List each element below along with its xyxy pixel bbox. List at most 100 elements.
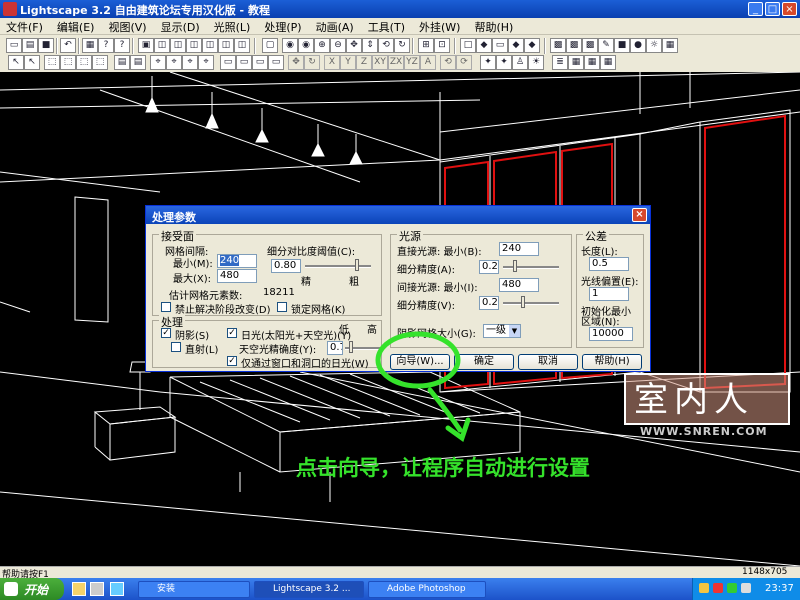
sky-precision-input[interactable]: 0.7 [327, 341, 343, 355]
menu-animation[interactable]: 动画(A) [310, 18, 362, 35]
indirect-min-input[interactable]: 480 [499, 278, 539, 292]
lock-mesh-checkbox[interactable] [277, 302, 287, 312]
cube-view-1-icon[interactable]: ◫ [154, 38, 170, 53]
axis-zx-button[interactable]: ZX [388, 55, 404, 70]
yellow-square-icon[interactable]: ■ [614, 38, 630, 53]
snap-3-icon[interactable]: ⌖ [182, 55, 198, 70]
menu-edit[interactable]: 编辑(E) [51, 18, 103, 35]
direct-fine-thumb[interactable] [513, 260, 517, 272]
green-cube-3-icon[interactable]: ◆ [524, 38, 540, 53]
green-cube-1-icon[interactable]: ◆ [476, 38, 492, 53]
render-icon[interactable]: ▦ [600, 55, 616, 70]
rotate-icon[interactable]: ↻ [394, 38, 410, 53]
refresh-icon[interactable]: ⟲ [440, 55, 456, 70]
task-install[interactable]: 安装 [138, 581, 250, 598]
subdiv-threshold-thumb[interactable] [355, 259, 359, 271]
eye-icon[interactable]: ◉ [282, 38, 298, 53]
quicklaunch-folder-icon[interactable] [72, 582, 86, 596]
quicklaunch-desktop-icon[interactable] [110, 582, 124, 596]
tool-1-icon[interactable]: ▭ [220, 55, 236, 70]
person-icon[interactable]: ♙ [512, 55, 528, 70]
sun-tool-icon[interactable]: ☀ [528, 55, 544, 70]
indirect-fine-thumb[interactable] [521, 296, 525, 308]
menu-plugins[interactable]: 外挂(W) [413, 18, 468, 35]
tray-2-icon[interactable] [713, 583, 723, 593]
context-help-icon[interactable]: ? [114, 38, 130, 53]
direct-fine-input[interactable]: 0.25 [479, 260, 499, 274]
snap-4-icon[interactable]: ⌖ [198, 55, 214, 70]
copy-icon[interactable]: ▤ [114, 55, 130, 70]
tool-4-icon[interactable]: ▭ [268, 55, 284, 70]
offset-input[interactable]: 1 [589, 287, 629, 301]
subdiv-threshold-slider[interactable] [305, 265, 371, 268]
undo-icon[interactable]: ↶ [60, 38, 76, 53]
quicklaunch-app-icon[interactable] [90, 582, 104, 596]
help-button[interactable]: 帮助(H) [582, 354, 642, 370]
light-tool-1-icon[interactable]: ✦ [480, 55, 496, 70]
move-icon[interactable]: ✥ [288, 55, 304, 70]
indirect-fine-input[interactable]: 0.20 [479, 296, 499, 310]
pan-icon[interactable]: ✥ [346, 38, 362, 53]
subdiv-threshold-input[interactable]: 0.80 [271, 259, 301, 273]
dialog-close-button[interactable]: × [632, 208, 647, 222]
tool-2-icon[interactable]: ▭ [236, 55, 252, 70]
cube-view-6-icon[interactable]: ◫ [234, 38, 250, 53]
select-crossing-icon[interactable]: ⬚ [60, 55, 76, 70]
walk-icon[interactable]: ⇕ [362, 38, 378, 53]
snap-1-icon[interactable]: ⌖ [150, 55, 166, 70]
init-min-input[interactable]: 10000 [589, 327, 633, 341]
disable-decomposition-checkbox[interactable] [161, 302, 171, 312]
axis-z-button[interactable]: Z [356, 55, 372, 70]
mesh-min-input[interactable]: 240 [217, 254, 257, 268]
axis-a-button[interactable]: A [420, 55, 436, 70]
tray-1-icon[interactable] [699, 583, 709, 593]
task-lightscape[interactable]: Lightscape 3.2 ... [254, 581, 364, 598]
tray-3-icon[interactable] [727, 583, 737, 593]
new-file-icon[interactable]: ▭ [6, 38, 22, 53]
cancel-button[interactable]: 取消 [518, 354, 578, 370]
select-window-icon[interactable]: ⬚ [44, 55, 60, 70]
minimize-button[interactable]: _ [748, 2, 763, 16]
task-photoshop[interactable]: Adobe Photoshop [368, 581, 486, 598]
menu-light[interactable]: 光照(L) [208, 18, 259, 35]
block-icon[interactable]: ▦ [584, 55, 600, 70]
save-icon[interactable]: ■ [38, 38, 54, 53]
sphere-icon[interactable]: ● [630, 38, 646, 53]
menu-view[interactable]: 视图(V) [102, 18, 154, 35]
help-icon[interactable]: ? [98, 38, 114, 53]
cube-view-5-icon[interactable]: ◫ [218, 38, 234, 53]
orbit-icon[interactable]: ⟲ [378, 38, 394, 53]
open-folder-icon[interactable]: ▤ [22, 38, 38, 53]
length-input[interactable]: 0.5 [589, 257, 629, 271]
axis-xy-button[interactable]: XY [372, 55, 388, 70]
menu-help[interactable]: 帮助(H) [468, 18, 521, 35]
light-tool-2-icon[interactable]: ✦ [496, 55, 512, 70]
material-icon[interactable]: ▦ [568, 55, 584, 70]
select-poly-icon[interactable]: ⬚ [92, 55, 108, 70]
zoom-in-icon[interactable]: ⊕ [314, 38, 330, 53]
zoom-window-icon[interactable]: ⊞ [418, 38, 434, 53]
start-button[interactable]: 开始 [0, 578, 64, 600]
tray-4-icon[interactable] [741, 583, 751, 593]
render-2-icon[interactable]: ▩ [566, 38, 582, 53]
green-cube-2-icon[interactable]: ◆ [508, 38, 524, 53]
white-square-icon[interactable]: □ [460, 38, 476, 53]
direct-only-checkbox[interactable] [171, 342, 181, 352]
axis-yz-button[interactable]: YZ [404, 55, 420, 70]
menu-process[interactable]: 处理(P) [258, 18, 309, 35]
paste-icon[interactable]: ▤ [130, 55, 146, 70]
zoom-out-icon[interactable]: ⊖ [330, 38, 346, 53]
snap-2-icon[interactable]: ⌖ [166, 55, 182, 70]
direct-min-input[interactable]: 240 [499, 242, 539, 256]
axis-x-button[interactable]: X [324, 55, 340, 70]
zoom-extents-icon[interactable]: ⊡ [434, 38, 450, 53]
pencil-icon[interactable]: ✎ [598, 38, 614, 53]
maximize-button[interactable]: □ [765, 2, 780, 16]
menu-tools[interactable]: 工具(T) [362, 18, 413, 35]
light-settings-icon[interactable]: ▦ [662, 38, 678, 53]
flat-icon[interactable]: ▭ [492, 38, 508, 53]
menu-file[interactable]: 文件(F) [0, 18, 51, 35]
print-icon[interactable]: ▦ [82, 38, 98, 53]
eye-light-icon[interactable]: ◉ [298, 38, 314, 53]
camera-icon[interactable]: ▢ [262, 38, 278, 53]
